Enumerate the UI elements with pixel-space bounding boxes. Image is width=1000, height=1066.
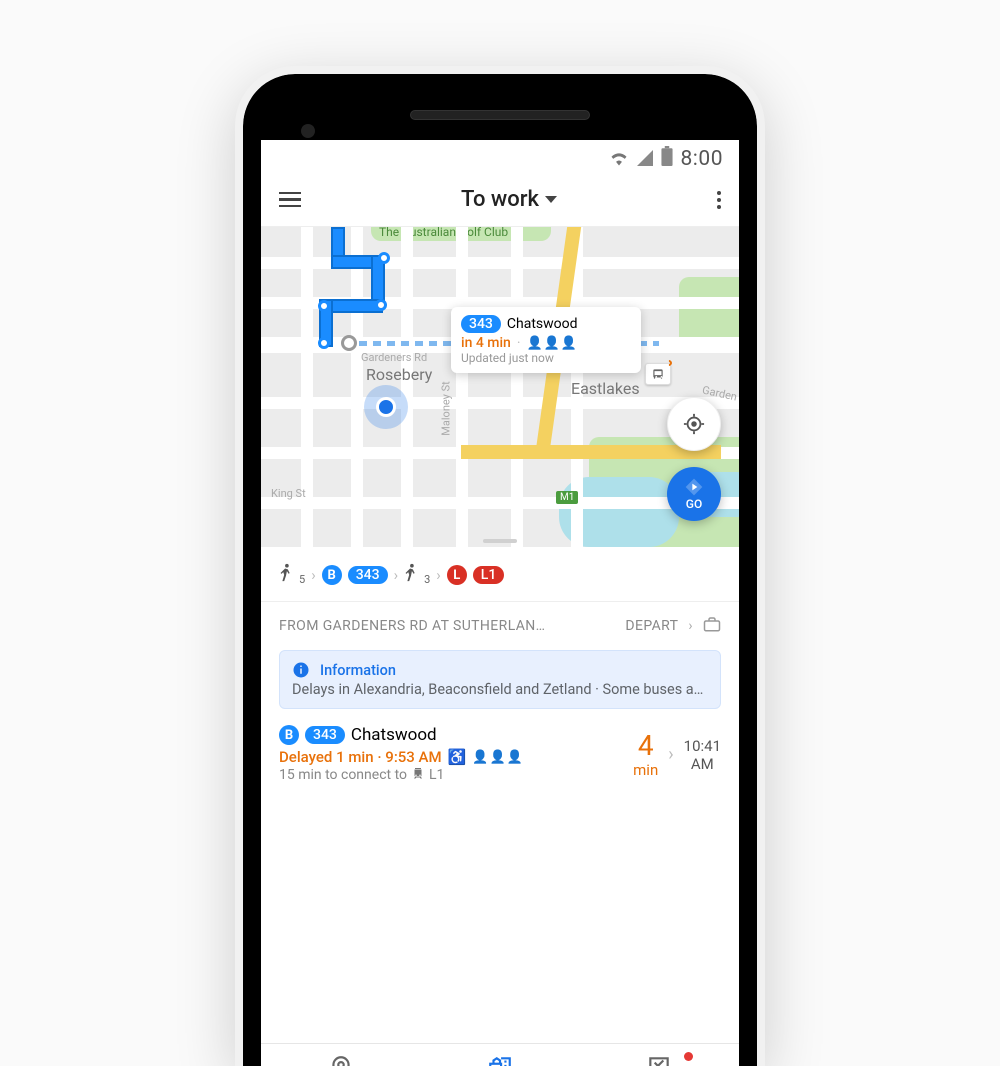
chevron-right-icon: › — [311, 566, 316, 584]
phone-camera — [301, 124, 315, 138]
phone-side-button — [763, 474, 765, 624]
menu-icon[interactable] — [279, 192, 301, 208]
park-label: The Australian Golf Club — [379, 227, 508, 239]
route-pill: 343 — [461, 315, 501, 333]
bus-mode-icon: B — [279, 725, 299, 745]
notification-dot — [684, 1052, 693, 1061]
suburb-label: Eastlakes — [571, 379, 640, 398]
briefcase-icon — [703, 616, 721, 636]
bus-mode-icon: B — [322, 565, 342, 585]
locate-me-button[interactable] — [667, 397, 721, 451]
status-bar: 8:00 — [261, 140, 739, 177]
chevron-right-icon: › — [436, 566, 441, 584]
destination-title: To work — [461, 187, 539, 212]
route-pill: L1 — [473, 566, 505, 584]
departure-row[interactable]: B 343 Chatswood Delayed 1 min · 9:53 AM … — [279, 725, 721, 794]
bottom-nav: Explore Commute For you — [261, 1043, 739, 1066]
delay-text: Delayed 1 min · 9:53 AM — [279, 748, 442, 766]
go-label: GO — [686, 497, 702, 511]
countdown: 4 min — [633, 731, 658, 778]
from-depart-row[interactable]: FROM GARDENERS RD AT SUTHERLAN… DEPART › — [279, 602, 721, 650]
accessibility-icon: ♿ — [448, 748, 467, 766]
route-pill: 343 — [305, 726, 345, 744]
directions-sheet: 5 › B 343 › 3 › L L1 FROM GARDENERS RD A… — [261, 547, 739, 1043]
route-steps: 5 › B 343 › 3 › L L1 — [279, 559, 721, 601]
info-banner[interactable]: Information Delays in Alexandria, Beacon… — [279, 650, 721, 709]
wifi-icon — [609, 147, 629, 171]
cell-signal-icon — [637, 147, 653, 171]
tram-icon — [412, 766, 424, 784]
tab-explore[interactable]: Explore — [261, 1044, 420, 1066]
next-departure: 10:41 AM — [684, 737, 721, 773]
sheet-handle[interactable] — [483, 539, 517, 543]
walk-icon — [279, 563, 293, 587]
from-stop-label: FROM GARDENERS RD AT SUTHERLAN… — [279, 618, 625, 634]
connect-line: L1 — [429, 767, 444, 783]
occupancy-icon: 👤👤👤 — [472, 750, 523, 765]
lightrail-mode-icon: L — [447, 565, 467, 585]
depart-label: DEPART — [625, 618, 678, 634]
route-pill: 343 — [348, 566, 388, 584]
info-title: Information — [320, 662, 396, 679]
chevron-down-icon — [545, 196, 557, 203]
my-location-dot — [376, 397, 396, 417]
route-transfer-point — [341, 335, 357, 351]
chevron-right-icon: › — [668, 744, 673, 765]
app-screen: 8:00 To work The Australian Golf Club — [261, 140, 739, 1066]
tab-for-you[interactable]: For you — [580, 1044, 739, 1066]
connect-text: 15 min to connect to — [279, 767, 407, 783]
battery-icon — [661, 146, 673, 171]
occupancy-icon: 👤👤👤 — [527, 336, 578, 351]
callout-dest: Chatswood — [507, 316, 578, 332]
suburb-label: Rosebery — [366, 365, 432, 384]
go-button[interactable]: GO — [667, 467, 721, 521]
tab-commute[interactable]: Commute — [420, 1044, 579, 1066]
callout-updated: Updated just now — [461, 351, 631, 365]
phone-side-button — [763, 354, 765, 444]
street-label: King St — [271, 487, 306, 500]
phone-frame: 8:00 To work The Australian Golf Club — [235, 66, 765, 1066]
motorway-badge: M1 — [556, 491, 578, 504]
destination-dropdown[interactable]: To work — [461, 187, 557, 212]
map-view[interactable]: The Australian Golf Club — [261, 227, 739, 547]
street-label: Gardeners Rd — [361, 351, 427, 364]
bus-live-marker[interactable] — [645, 363, 671, 385]
transit-callout[interactable]: 343 Chatswood in 4 min · 👤👤👤 Updated jus… — [451, 307, 641, 373]
phone-speaker — [410, 110, 590, 120]
chevron-right-icon: › — [394, 566, 399, 584]
info-body: Delays in Alexandria, Beaconsfield and Z… — [292, 681, 708, 698]
walk-icon — [404, 563, 418, 587]
street-label: Maloney St — [440, 381, 453, 435]
chevron-right-icon: › — [688, 618, 693, 634]
departure-dest: Chatswood — [351, 725, 437, 745]
app-bar: To work — [261, 177, 739, 227]
more-icon[interactable] — [717, 191, 721, 209]
status-clock: 8:00 — [681, 147, 724, 171]
callout-eta: in 4 min — [461, 335, 511, 351]
